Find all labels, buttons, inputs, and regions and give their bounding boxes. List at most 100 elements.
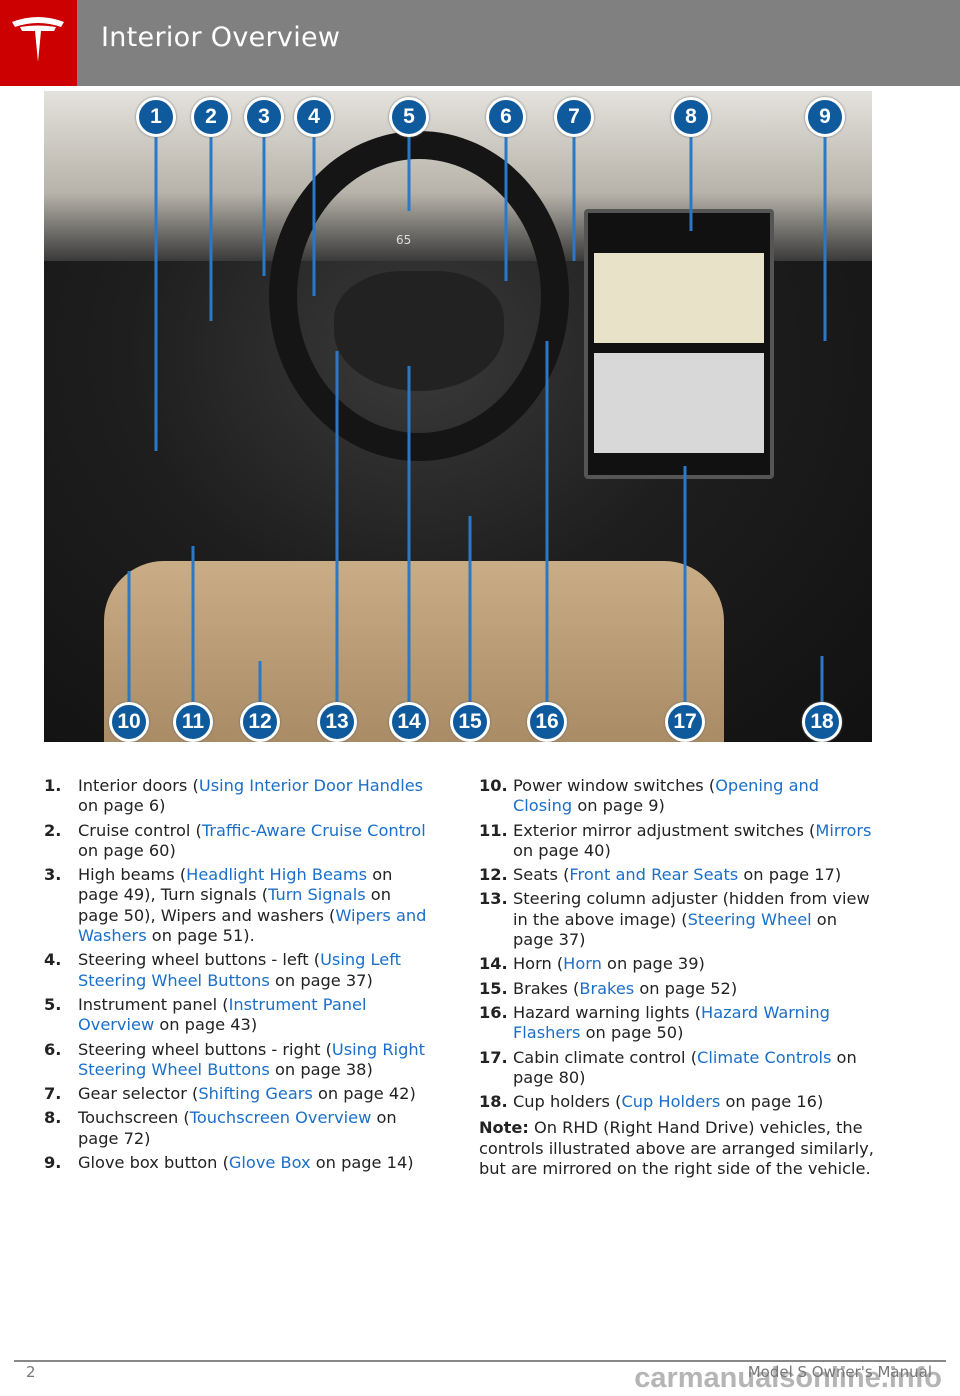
page-link[interactable]: Steering Wheel — [688, 910, 812, 929]
note: Note: On RHD (Right Hand Drive) vehicles… — [479, 1118, 879, 1179]
item-text: on page 43) — [154, 1015, 258, 1035]
interior-photo: 65 1 2 3 4 5 6 7 8 9 10 11 12 13 14 15 16 17 18 — [44, 91, 872, 742]
page-link[interactable]: Shifting Gears — [198, 1084, 312, 1103]
list-item: 5. Instrument panel (Instrument Panel Ove… — [44, 995, 434, 1036]
page-link[interactable]: Turn Signals — [268, 885, 366, 904]
item-number: 16. — [479, 1002, 508, 1022]
item-text: Instrument panel ( — [78, 994, 229, 1014]
item-text: Cabin climate control ( — [513, 1047, 698, 1067]
item-text: Cruise control ( — [78, 820, 202, 840]
callout-8: 8 — [671, 97, 711, 137]
callout-14: 14 — [389, 702, 429, 742]
page-link[interactable]: Traffic-Aware Cruise Control — [202, 821, 426, 840]
page-number: 2 — [26, 1363, 36, 1381]
list-item: 4. Steering wheel buttons - left (Using L… — [44, 950, 434, 991]
item-text: on page 60) — [78, 840, 176, 860]
item-number: 1. — [44, 776, 62, 795]
list-item: 18. Cup holders (Cup Holders on page 16) — [479, 1092, 879, 1112]
page-link[interactable]: Climate Controls — [697, 1048, 831, 1067]
item-number: 2. — [44, 820, 62, 840]
item-text: Horn ( — [513, 954, 564, 974]
page-title: Interior Overview — [101, 22, 341, 53]
item-text: on page 16) — [720, 1092, 824, 1112]
list-item: 15. Brakes (Brakes on page 52) — [479, 979, 879, 999]
callout-6: 6 — [486, 97, 526, 137]
item-text: on page 37) — [269, 970, 373, 990]
item-number: 11. — [479, 820, 508, 840]
list-item: 10. Power window switches (Opening and Cl… — [479, 776, 879, 817]
list-item: 12. Seats (Front and Rear Seats on page 1… — [479, 865, 879, 885]
item-number: 3. — [44, 865, 62, 885]
callout-18: 18 — [802, 702, 842, 742]
item-number: 4. — [44, 950, 62, 970]
list-item: 11. Exterior mirror adjustment switches (… — [479, 821, 879, 862]
callout-3: 3 — [244, 97, 284, 137]
item-text: Brakes ( — [513, 978, 580, 998]
page-link[interactable]: Glove Box — [229, 1153, 311, 1172]
callout-5: 5 — [389, 97, 429, 137]
list-item: 14. Horn (Horn on page 39) — [479, 954, 879, 974]
item-text: Exterior mirror adjustment switches ( — [513, 820, 816, 840]
callout-11: 11 — [173, 702, 213, 742]
callout-15: 15 — [450, 702, 490, 742]
item-text: on page 50) — [580, 1023, 684, 1043]
item-text: Steering wheel buttons - left ( — [78, 950, 321, 970]
list-item: 8. Touchscreen (Touchscreen Overview on p… — [44, 1108, 434, 1149]
callout-12: 12 — [240, 702, 280, 742]
item-text: Hazard warning lights ( — [513, 1002, 702, 1022]
item-number: 14. — [479, 954, 508, 974]
tesla-logo — [0, 0, 77, 86]
item-number: 18. — [479, 1092, 508, 1112]
page-link[interactable]: Touchscreen Overview — [190, 1108, 372, 1127]
item-text: on page 6) — [78, 796, 166, 816]
item-text: on page 40) — [513, 840, 611, 860]
list-item: 6. Steering wheel buttons - right (Using … — [44, 1040, 434, 1081]
item-text: Interior doors ( — [78, 776, 199, 795]
item-text: on page 52) — [634, 978, 738, 998]
list-item: 3. High beams (Headlight High Beams on pa… — [44, 865, 434, 946]
item-number: 6. — [44, 1039, 62, 1059]
item-text: on page 38) — [269, 1059, 373, 1079]
item-number: 9. — [44, 1153, 62, 1173]
item-text: Gear selector ( — [78, 1084, 199, 1104]
item-text: Cup holders ( — [513, 1092, 622, 1112]
note-label: Note: — [479, 1118, 529, 1138]
item-number: 13. — [479, 889, 508, 909]
item-text: Power window switches ( — [513, 776, 716, 795]
item-text: High beams ( — [78, 865, 187, 885]
item-text: on page 39) — [601, 954, 705, 974]
item-number: 8. — [44, 1108, 62, 1128]
page-link[interactable]: Headlight High Beams — [186, 865, 367, 884]
callout-4: 4 — [294, 97, 334, 137]
page-link[interactable]: Cup Holders — [621, 1092, 720, 1111]
item-text: on page 9) — [572, 796, 665, 816]
item-number: 15. — [479, 978, 508, 998]
item-number: 17. — [479, 1047, 508, 1067]
list-item: 9. Glove box button (Glove Box on page 14… — [44, 1153, 434, 1173]
page-link[interactable]: Brakes — [579, 979, 634, 998]
callout-9: 9 — [805, 97, 845, 137]
item-text: on page 14) — [310, 1153, 414, 1173]
item-text: on page 51). — [146, 926, 255, 946]
item-text: Steering wheel buttons - right ( — [78, 1039, 332, 1059]
page-header: Interior Overview — [0, 0, 960, 86]
callout-2: 2 — [191, 97, 231, 137]
item-text: Seats ( — [513, 865, 570, 885]
page-link[interactable]: Using Interior Door Handles — [199, 776, 423, 795]
item-text: Glove box button ( — [78, 1153, 229, 1173]
page-link[interactable]: Mirrors — [815, 821, 871, 840]
legend-list-right: 10. Power window switches (Opening and Cl… — [479, 776, 879, 1179]
item-number: 7. — [44, 1084, 62, 1104]
item-text: on page 17) — [738, 865, 842, 885]
list-item: 13. Steering column adjuster (hidden from… — [479, 889, 879, 950]
list-item: 2. Cruise control (Traffic-Aware Cruise C… — [44, 821, 434, 862]
manual-title: Model S Owner's Manual — [747, 1363, 932, 1381]
note-text: On RHD (Right Hand Drive) vehicles, the … — [479, 1118, 874, 1179]
callout-13: 13 — [317, 702, 357, 742]
page-link[interactable]: Horn — [563, 954, 602, 973]
callout-7: 7 — [554, 97, 594, 137]
item-number: 12. — [479, 865, 508, 885]
list-item: 17. Cabin climate control (Climate Contro… — [479, 1048, 879, 1089]
page-link[interactable]: Front and Rear Seats — [569, 865, 738, 884]
callout-10: 10 — [109, 702, 149, 742]
